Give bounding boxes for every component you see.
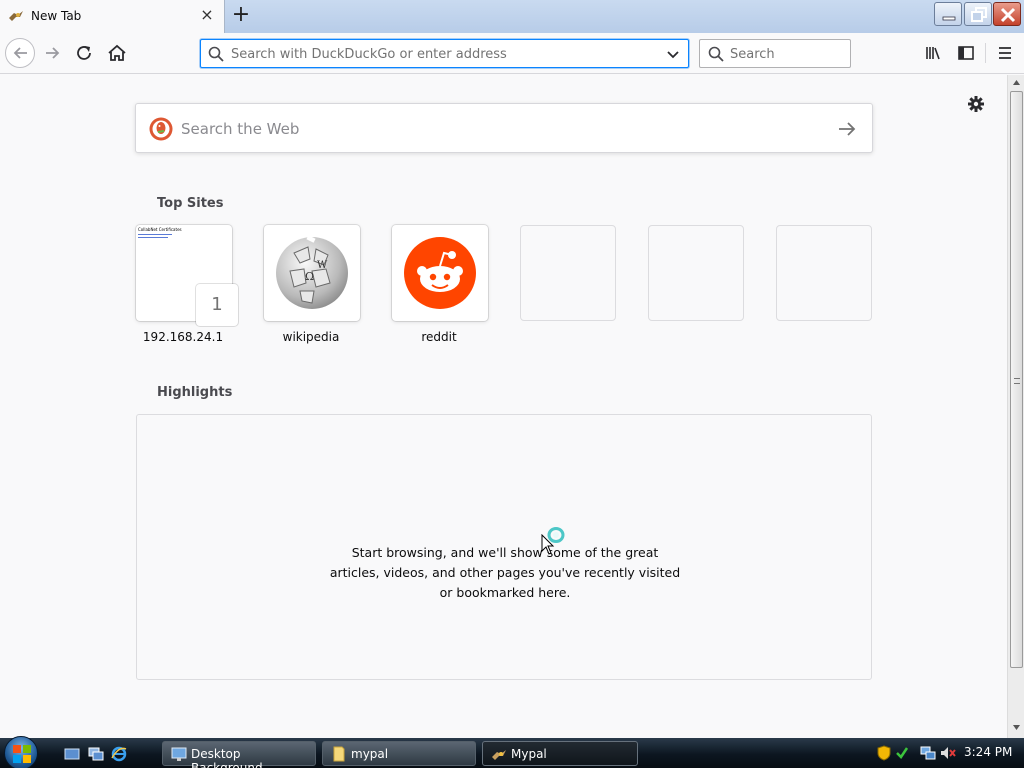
monitor-icon [171,747,187,761]
top-site-empty-slot [776,225,872,321]
search-icon [708,46,724,62]
sidebar-button[interactable] [954,39,978,67]
forward-arrow-icon [46,47,60,59]
top-site-label[interactable]: wikipedia [263,330,359,344]
top-sites-heading: Top Sites [157,196,224,211]
minimize-button[interactable] [934,2,962,26]
taskbar-item-mypal-browser[interactable]: Mypal [482,741,638,766]
duckduckgo-icon [149,117,173,141]
highlights-heading: Highlights [157,385,233,400]
system-tray: 3:24 PM [870,738,1024,768]
url-input[interactable] [231,44,651,64]
scrollbar-grip [1014,378,1020,384]
top-site-label[interactable]: 192.168.24.1 [135,330,231,344]
folder-icon [333,746,345,762]
taskbar-item-desktop-background[interactable]: Desktop Background [162,741,316,768]
reload-button[interactable] [71,40,99,68]
scroll-down-arrow-icon[interactable] [1012,723,1021,732]
home-icon [108,44,126,61]
volume-muted-icon[interactable] [940,745,956,761]
clock[interactable]: 3:24 PM [964,745,1012,759]
web-search-input[interactable] [181,118,801,140]
top-site-empty-slot [648,225,744,321]
scroll-up-arrow-icon[interactable] [1012,78,1021,87]
loading-ring-icon [547,527,565,543]
reload-icon [77,46,91,60]
start-button[interactable] [4,736,38,768]
svg-text:W: W [317,260,328,271]
wikipedia-globe-icon: Ω W [276,235,348,309]
tab-strip: New Tab × + [0,0,1024,33]
windows-logo-icon [13,745,31,763]
svg-text:Ω: Ω [305,270,314,283]
tile-screenshot-line [138,237,168,238]
library-button[interactable] [922,39,946,67]
new-tab-button[interactable]: + [229,4,253,28]
taskbar-item-label: Desktop Background [191,747,263,768]
mypal-icon [492,750,506,760]
reddit-alien-icon [404,237,476,309]
tile-badge: 1 [196,284,238,326]
safely-remove-icon[interactable] [894,745,910,761]
taskbar-item-mypal-folder[interactable]: mypal [322,741,476,766]
back-button[interactable] [5,38,35,68]
shield-icon[interactable] [876,745,892,761]
navigation-toolbar [0,33,1024,74]
back-arrow-icon [13,47,27,59]
internet-explorer-icon[interactable] [111,746,127,762]
tab-new-tab[interactable]: New Tab × [0,0,225,33]
tab-title: New Tab [31,9,82,23]
windows-taskbar: Desktop Background mypal Mypal 3:24 PM [0,736,1024,768]
tile-screenshot-line [138,234,172,235]
search-icon [208,46,224,62]
vertical-scrollbar[interactable] [1007,75,1024,738]
toolbar-separator [985,43,986,63]
minimize-icon [942,16,956,21]
tab-close-button[interactable]: × [199,7,215,23]
top-site-label[interactable]: reddit [391,330,487,344]
arrow-right-icon[interactable] [836,118,858,140]
show-desktop-icon[interactable] [64,746,80,762]
close-icon [1000,7,1016,23]
taskbar-item-label: Mypal [511,747,547,761]
restore-button[interactable] [964,2,992,26]
top-site-tile[interactable]: Ω W [264,225,360,321]
switch-windows-icon[interactable] [88,746,104,762]
search-input[interactable] [730,44,845,64]
restore-icon [971,7,987,22]
address-bar[interactable] [200,39,689,68]
hamburger-menu-icon [999,47,1011,59]
chevron-down-icon[interactable] [665,46,681,62]
gear-icon[interactable] [966,94,986,114]
highlights-message: Start browsing, and we'll show some of t… [329,545,681,600]
tile-screenshot-title: CollabNet Certificates [138,227,182,232]
new-tab-page: Top Sites CollabNet Certificates 1 192.1… [0,75,1007,738]
highlights-empty-state: Start browsing, and we'll show some of t… [136,414,872,680]
top-site-empty-slot [520,225,616,321]
library-icon [926,47,940,60]
web-search-box[interactable] [135,103,873,153]
mypal-icon [9,11,23,21]
scrollbar-thumb[interactable] [1010,91,1023,668]
network-icon[interactable] [920,745,936,761]
home-button[interactable] [103,40,131,68]
menu-button[interactable] [993,39,1017,67]
close-window-button[interactable] [993,2,1021,26]
taskbar-item-label: mypal [351,747,389,761]
forward-button[interactable] [39,40,67,68]
top-site-tile[interactable] [392,225,488,321]
search-bar[interactable] [699,39,851,68]
sidebar-icon [958,46,974,60]
